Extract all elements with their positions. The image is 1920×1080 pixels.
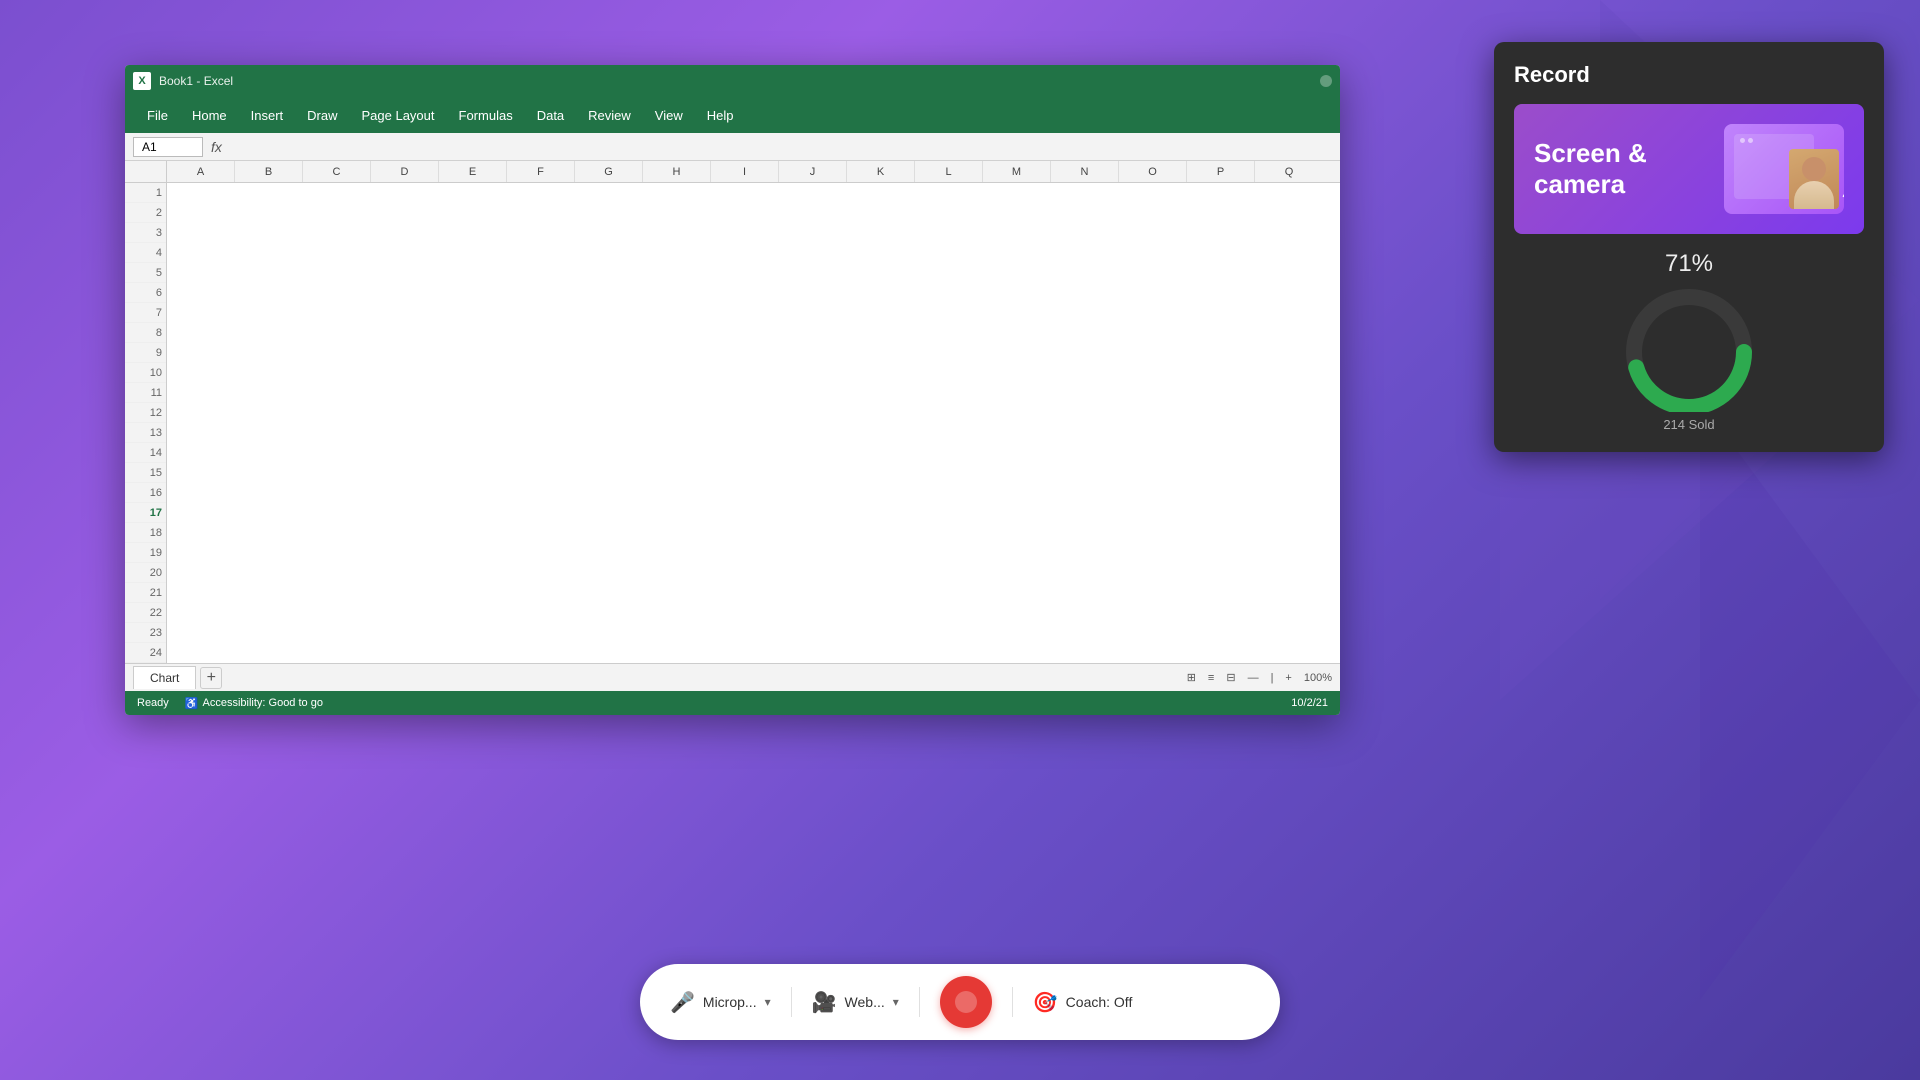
record-title: Record [1514,62,1864,88]
menu-page-layout[interactable]: Page Layout [352,104,445,127]
record-panel: Record Screen &camera ↗ 71% [1494,42,1884,452]
excel-content: A B C D E F G H I J K L M N O P Q [125,161,1340,715]
menu-insert[interactable]: Insert [241,104,294,127]
screen-and-camera-option[interactable]: Screen &camera ↗ [1514,104,1864,234]
zoom-level: 100% [1304,672,1332,684]
record-button[interactable] [940,976,992,1028]
cell-reference[interactable]: A1 [133,137,203,157]
camera-control[interactable]: 🎥 Web... ▾ [812,990,899,1015]
menu-draw[interactable]: Draw [297,104,347,127]
menu-help[interactable]: Help [697,104,744,127]
accessibility-icon: ♿ [185,697,199,710]
panel-donut-svg [1599,282,1779,412]
excel-formula-bar: A1 fx [125,133,1340,161]
excel-tab-chart[interactable]: Chart [133,666,196,689]
excel-title-bar: X Book1 - Excel [125,65,1340,97]
menu-view[interactable]: View [645,104,693,127]
menu-data[interactable]: Data [527,104,574,127]
formula-icon: fx [211,139,222,155]
camera-label: Web... [845,994,885,1010]
microphone-control[interactable]: 🎤 Microp... ▾ [670,990,771,1015]
control-bar: 🎤 Microp... ▾ 🎥 Web... ▾ 🎯 Coach: Off [640,964,1280,1040]
microphone-label: Microp... [703,994,757,1010]
record-preview-thumbnail: ↗ [1724,124,1844,214]
excel-menu-bar: File Home Insert Draw Page Layout Formul… [125,97,1340,133]
add-sheet-button[interactable]: + [200,667,222,689]
separator-1 [791,987,792,1017]
menu-file[interactable]: File [137,104,178,127]
separator-3 [1012,987,1013,1017]
excel-status-bar: Ready ♿ Accessibility: Good to go 10/2/2… [125,691,1340,715]
screen-camera-label: Screen &camera [1534,138,1647,200]
excel-tab-bar: Chart + ⊞ ≡ ⊟ — | + 100% [125,663,1340,691]
camera-icon: 🎥 [812,990,837,1015]
menu-formulas[interactable]: Formulas [449,104,523,127]
camera-chevron[interactable]: ▾ [893,995,899,1009]
menu-home[interactable]: Home [182,104,237,127]
grid-view-icon[interactable]: ⊞ [1187,671,1196,684]
donut-preview: 71% 214 Sold [1514,250,1864,432]
separator-2 [919,987,920,1017]
status-ready: Ready [137,697,169,709]
column-view-icon[interactable]: ⊟ [1226,671,1235,684]
menu-review[interactable]: Review [578,104,641,127]
coach-icon: 🎯 [1033,990,1058,1015]
coach-label: Coach: Off [1066,994,1133,1010]
record-inner [955,991,977,1013]
accessibility-status: Accessibility: Good to go [203,697,323,709]
excel-window: X Book1 - Excel File Home Insert Draw Pa… [125,65,1340,715]
list-view-icon[interactable]: ≡ [1208,672,1214,684]
microphone-icon: 🎤 [670,990,695,1015]
microphone-chevron[interactable]: ▾ [765,995,771,1009]
status-date: 10/2/21 [1291,697,1328,709]
coach-control[interactable]: 🎯 Coach: Off [1033,990,1133,1015]
